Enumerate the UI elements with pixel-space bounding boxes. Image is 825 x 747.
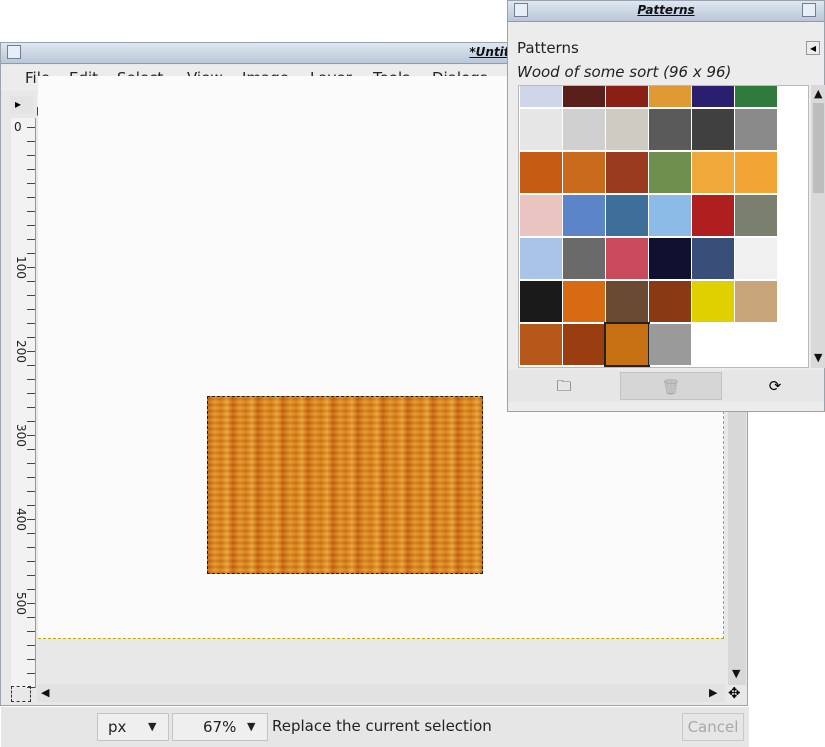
patterns-scrollbar[interactable]: ▲ ▼ [811, 85, 825, 368]
ruler-v-label: 500 [14, 592, 28, 615]
pattern-swatch[interactable] [520, 324, 562, 365]
pattern-swatch[interactable] [649, 109, 691, 150]
pattern-swatch[interactable] [520, 195, 562, 236]
ruler-corner-button[interactable]: ▸ [11, 96, 33, 114]
open-folder-button[interactable]: 🗀 [514, 372, 614, 400]
pattern-swatch[interactable] [692, 109, 734, 150]
unit-value: px [108, 718, 127, 736]
statusbar: px ▼ 67% ▼ Replace the current selection… [1, 707, 749, 747]
pattern-swatch[interactable] [735, 238, 777, 279]
pattern-swatch[interactable] [649, 324, 691, 365]
pattern-swatch[interactable] [606, 152, 648, 193]
patterns-dialog: Patterns Patterns ◂ Wood of some sort (9… [507, 0, 825, 412]
quick-mask-toggle[interactable] [11, 686, 31, 702]
scroll-thumb[interactable] [813, 103, 824, 193]
pattern-swatch[interactable] [692, 86, 734, 107]
scroll-down-icon[interactable]: ▼ [732, 667, 740, 680]
pattern-swatch[interactable] [735, 195, 777, 236]
zoom-selector[interactable]: 67% ▼ [172, 713, 268, 741]
patterns-window-title: Patterns [637, 3, 695, 17]
pattern-swatch[interactable] [735, 324, 777, 365]
patterns-titlebar[interactable]: Patterns [508, 1, 824, 22]
zoom-value: 67% [203, 718, 237, 736]
pattern-swatch[interactable] [563, 195, 605, 236]
ruler-v-label: 200 [14, 340, 28, 363]
scroll-right-icon[interactable]: ▶ [709, 686, 717, 699]
ruler-v-label: 100 [14, 256, 28, 279]
ruler-v-label: 0 [14, 120, 22, 134]
pattern-swatch[interactable] [735, 152, 777, 193]
patterns-footer: 🗀 🗑 ⟳ [508, 370, 824, 402]
horizontal-scrollbar[interactable]: ◀ ▶ [37, 684, 725, 702]
pattern-swatch[interactable] [606, 86, 648, 107]
status-message: Replace the current selection [272, 717, 492, 735]
pattern-swatch[interactable] [606, 195, 648, 236]
patterns-heading: Patterns [517, 39, 579, 57]
pattern-swatch[interactable] [520, 281, 562, 322]
chevron-down-icon: ▼ [148, 720, 157, 733]
pattern-swatch[interactable] [692, 281, 734, 322]
pattern-swatch[interactable] [606, 238, 648, 279]
pattern-swatch[interactable] [692, 324, 734, 365]
pattern-swatch[interactable] [649, 86, 691, 107]
minimize-button[interactable] [802, 3, 816, 17]
selected-pattern-name: Wood of some sort (96 x 96) [517, 63, 732, 81]
pattern-grid [518, 85, 809, 368]
pattern-swatch[interactable] [520, 152, 562, 193]
pattern-swatch[interactable] [563, 324, 605, 365]
pattern-swatch[interactable] [649, 152, 691, 193]
pattern-swatch[interactable] [606, 109, 648, 150]
pattern-swatch[interactable] [735, 109, 777, 150]
window-menu-button[interactable] [7, 45, 21, 59]
ruler-v-label: 300 [14, 424, 28, 447]
wood-pattern-selection[interactable] [207, 396, 483, 574]
tab-menu-icon[interactable]: ◂ [806, 41, 820, 55]
pattern-swatch[interactable] [563, 152, 605, 193]
pattern-swatch[interactable] [520, 86, 562, 107]
pattern-swatch[interactable] [520, 109, 562, 150]
unit-selector[interactable]: px ▼ [97, 713, 169, 741]
pattern-swatch[interactable] [563, 238, 605, 279]
menu-arrow-icon: ▸ [15, 97, 22, 111]
pattern-swatch[interactable] [649, 281, 691, 322]
scroll-left-icon[interactable]: ◀ [41, 686, 49, 699]
pattern-swatch[interactable] [735, 86, 777, 107]
pattern-swatch[interactable] [606, 281, 648, 322]
delete-pattern-button[interactable]: 🗑 [620, 372, 722, 400]
ruler-ticks [27, 118, 35, 688]
pattern-swatch[interactable] [692, 195, 734, 236]
ruler-v-label: 400 [14, 508, 28, 531]
pattern-swatch[interactable] [735, 281, 777, 322]
refresh-patterns-button[interactable]: ⟳ [728, 372, 822, 400]
pattern-swatch[interactable] [520, 238, 562, 279]
pattern-swatch[interactable] [563, 86, 605, 107]
pattern-swatch[interactable] [692, 238, 734, 279]
scroll-down-icon[interactable]: ▼ [814, 351, 822, 364]
pattern-swatch[interactable] [649, 195, 691, 236]
pattern-swatch[interactable] [563, 281, 605, 322]
pattern-swatch[interactable] [604, 322, 650, 367]
pattern-swatch[interactable] [563, 109, 605, 150]
cancel-button[interactable]: Cancel [682, 713, 744, 741]
pattern-swatch[interactable] [649, 238, 691, 279]
pattern-swatch[interactable] [692, 152, 734, 193]
scroll-up-icon[interactable]: ▲ [814, 87, 822, 100]
chevron-down-icon: ▼ [247, 720, 256, 733]
navigate-icon[interactable]: ✥ [728, 684, 741, 702]
vertical-ruler[interactable]: 0 100 200 300 400 500 [11, 118, 36, 688]
